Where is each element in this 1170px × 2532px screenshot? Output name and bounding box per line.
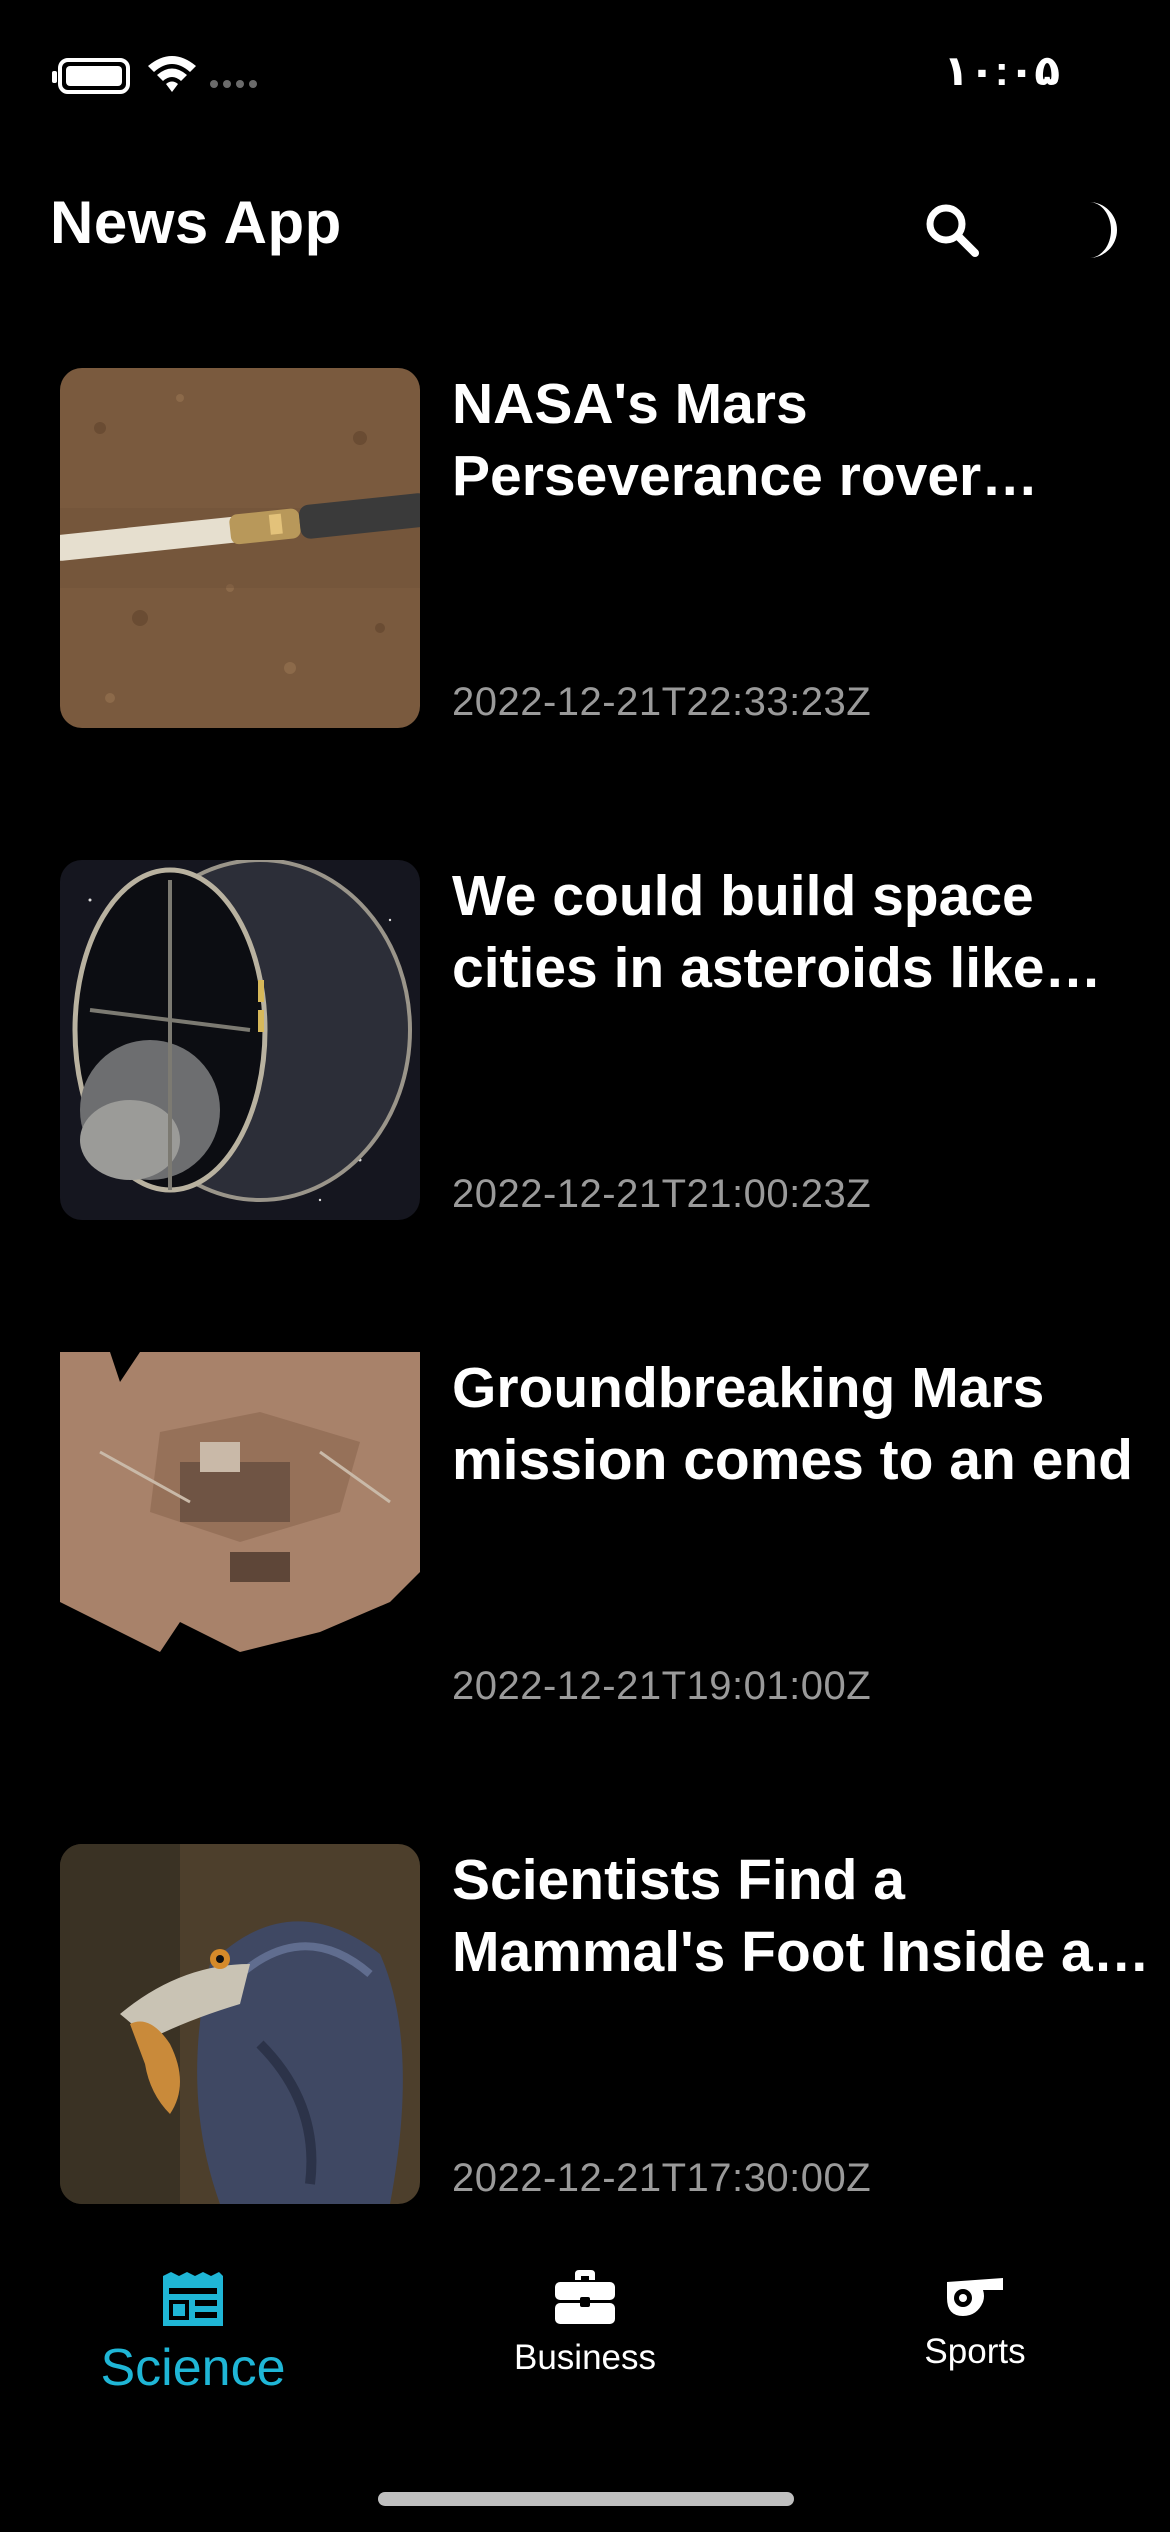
article-card[interactable]: NASA's Mars Perseverance rover collects … bbox=[60, 368, 1120, 728]
home-indicator[interactable] bbox=[378, 2492, 794, 2506]
article-thumbnail bbox=[60, 1352, 420, 1712]
theme-toggle-button[interactable] bbox=[1058, 190, 1138, 270]
newspaper-icon bbox=[163, 2272, 223, 2326]
article-thumbnail bbox=[60, 368, 420, 728]
bottom-tab-bar: Science Business Sports bbox=[0, 2250, 1170, 2450]
battery-full-icon bbox=[52, 58, 130, 94]
search-button[interactable] bbox=[912, 190, 992, 270]
whistle-icon bbox=[947, 2278, 1003, 2316]
article-card[interactable]: Groundbreaking Mars mission comes to an … bbox=[60, 1352, 1133, 1712]
tab-label: Sports bbox=[924, 2332, 1026, 2371]
article-card[interactable]: Scientists Find a Mammal's Foot Inside a… bbox=[60, 1844, 1120, 2204]
article-date: 2022-12-21T19:01:00Z bbox=[452, 1664, 872, 1708]
status-bar: ۱۰:۰۵ bbox=[0, 0, 1170, 150]
article-title: We could build space cities in asteroids… bbox=[452, 864, 1045, 1000]
tab-label: Business bbox=[513, 2338, 657, 2377]
wifi-icon bbox=[148, 56, 196, 92]
page-title: News App bbox=[50, 189, 342, 256]
article-thumbnail bbox=[60, 1844, 420, 2204]
app-screen: ۱۰:۰۵ News App NASA's Mars Perseverance … bbox=[0, 0, 1170, 2532]
briefcase-icon bbox=[555, 2270, 615, 2324]
search-icon bbox=[926, 204, 979, 257]
tab-business[interactable]: Business bbox=[435, 2270, 735, 2378]
article-date: 2022-12-21T17:30:00Z bbox=[452, 2156, 872, 2200]
article-date: 2022-12-21T21:00:23Z bbox=[452, 1172, 872, 1216]
article-title: Scientists Find a Mammal's Foot Inside a… bbox=[452, 1848, 1093, 1984]
moon-icon bbox=[1089, 202, 1117, 258]
article-card[interactable]: We could build space cities in asteroids… bbox=[60, 860, 1120, 1220]
tab-science[interactable]: Science bbox=[43, 2270, 343, 2398]
cellular-signal-icon bbox=[210, 80, 257, 88]
article-thumbnail bbox=[60, 860, 420, 1220]
article-title: NASA's Mars Perseverance rover collects … bbox=[452, 372, 982, 508]
status-time: ۱۰:۰۵ bbox=[943, 47, 1060, 94]
article-title: Groundbreaking Mars mission comes to an … bbox=[452, 1356, 1133, 1492]
article-date: 2022-12-21T22:33:23Z bbox=[452, 680, 872, 724]
tab-sports[interactable]: Sports bbox=[825, 2270, 1125, 2372]
tab-label: Science bbox=[100, 2339, 286, 2397]
